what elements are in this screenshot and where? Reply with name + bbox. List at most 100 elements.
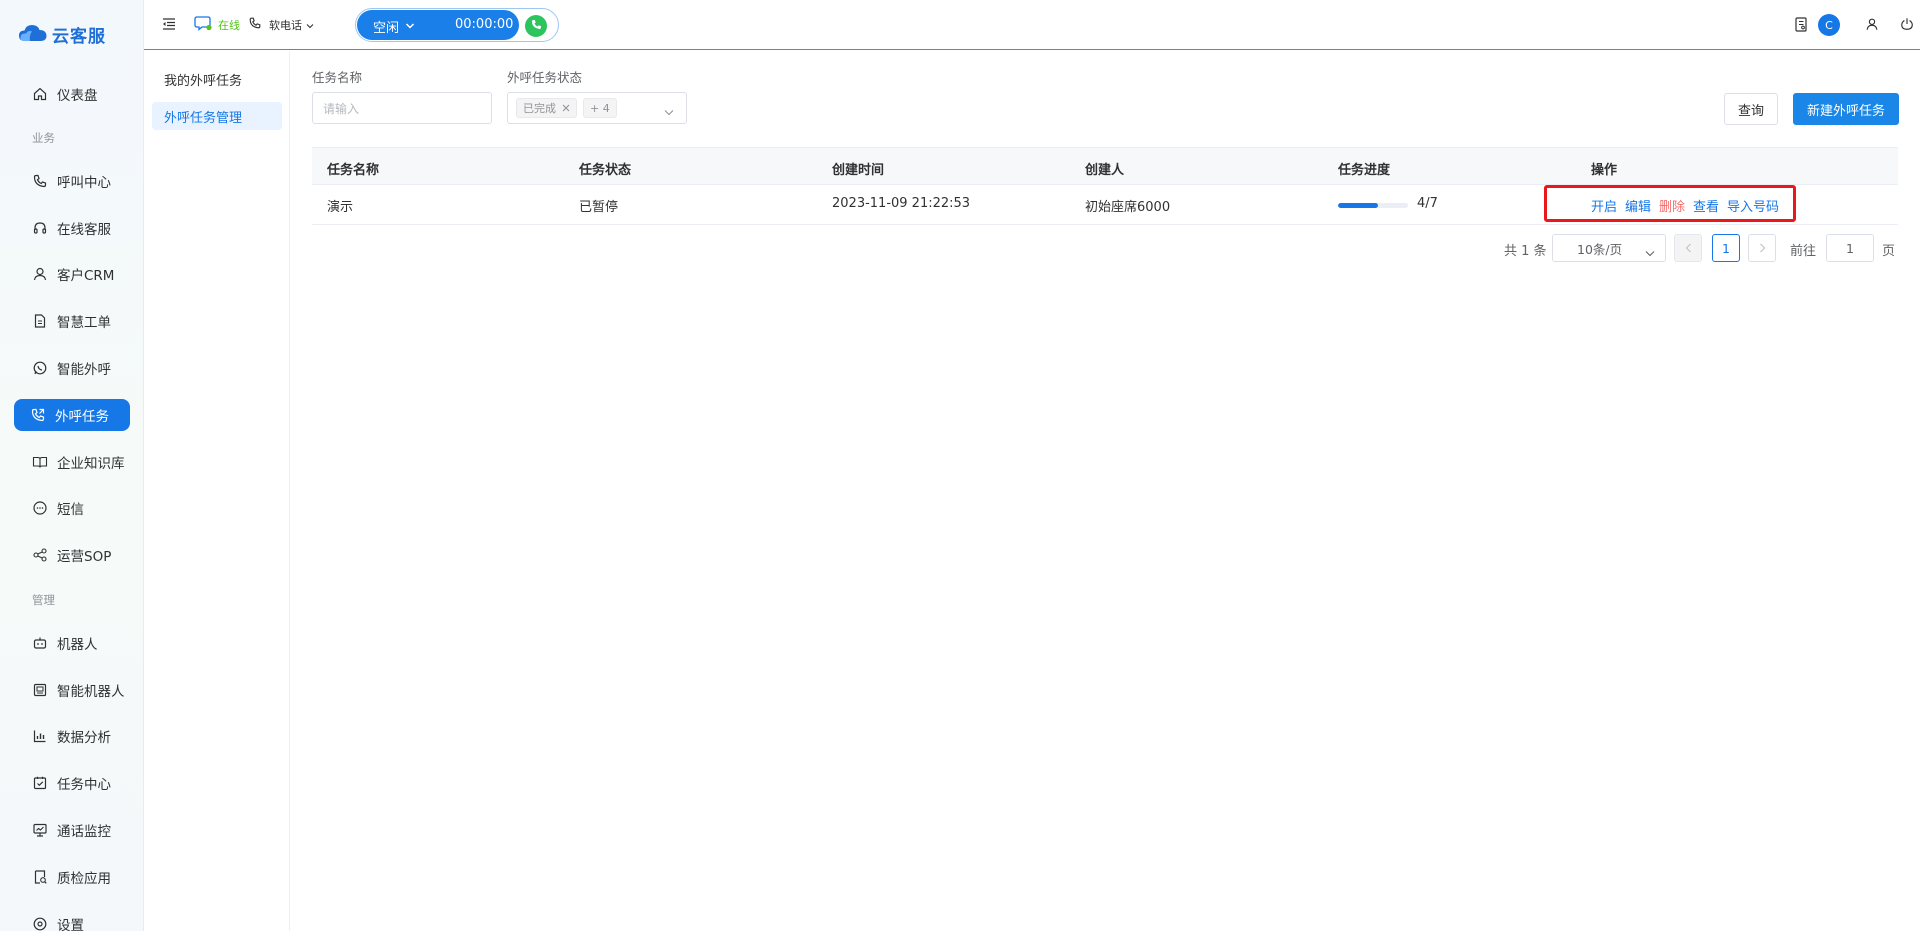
call-status-dropdown[interactable]: 空闲 00:00:00 — [357, 10, 519, 40]
logo-text: 云客服 — [52, 27, 106, 47]
nav-label: 呼叫中心 — [57, 175, 111, 191]
column-header-actions: 操作 — [1591, 163, 1618, 178]
chevron-down-icon — [1645, 245, 1655, 260]
chevron-down-icon — [306, 19, 314, 32]
nav-label: 智能机器人 — [57, 684, 125, 700]
avatar[interactable]: C — [1818, 14, 1840, 36]
sub-item-my-outbound-tasks[interactable]: 我的外呼任务 — [152, 65, 282, 93]
task-progress-fill — [1338, 203, 1378, 208]
nav-group-business: 业务 — [32, 131, 55, 145]
nav-label: 设置 — [57, 918, 84, 931]
nav-item-smart-robot[interactable]: 智能机器人 — [14, 674, 130, 706]
menu-fold-icon[interactable] — [162, 17, 176, 31]
column-header-created-at: 创建时间 — [832, 163, 885, 178]
nav-label: 智慧工单 — [57, 315, 111, 331]
nav-item-call-monitor[interactable]: 通话监控 — [14, 814, 130, 846]
page-number-current[interactable]: 1 — [1712, 234, 1740, 262]
softphone-label: 软电话 — [269, 19, 302, 32]
page-suffix: 页 — [1882, 244, 1896, 259]
task-check-icon — [32, 775, 48, 791]
page-size-select[interactable]: 10条/页 — [1552, 234, 1666, 262]
sub-item-outbound-task-management[interactable]: 外呼任务管理 — [152, 102, 282, 130]
user-icon[interactable] — [1865, 17, 1879, 31]
next-page-button[interactable] — [1748, 234, 1776, 262]
nav-label: 仪表盘 — [57, 88, 98, 104]
whatsapp-icon — [32, 360, 48, 376]
task-status-select[interactable]: 已完成 + 4 — [507, 92, 687, 124]
nav-item-smart-outbound[interactable]: 智能外呼 — [14, 352, 130, 384]
cell-creator: 初始座席6000 — [1085, 200, 1171, 215]
status-tag-label: 已完成 — [523, 102, 556, 115]
call-status-label: 空闲 — [373, 21, 400, 36]
close-icon[interactable] — [562, 102, 570, 115]
nav-label: 外呼任务 — [55, 409, 109, 425]
nav-item-dashboard[interactable]: 仪表盘 — [14, 78, 130, 110]
nav-item-robot[interactable]: 机器人 — [14, 627, 130, 659]
column-header-creator: 创建人 — [1085, 163, 1125, 178]
table-header: 任务名称 任务状态 创建时间 创建人 任务进度 操作 — [312, 147, 1898, 185]
nav-item-knowledge-base[interactable]: 企业知识库 — [14, 446, 130, 478]
quality-check-icon — [32, 869, 48, 885]
user-icon — [32, 266, 48, 282]
task-progress-bar — [1338, 203, 1408, 208]
nav-item-data-analysis[interactable]: 数据分析 — [14, 720, 130, 752]
document-icon — [32, 313, 48, 329]
notebook-icon[interactable] — [1794, 17, 1808, 32]
nav-item-settings[interactable]: 设置 — [14, 908, 130, 931]
nav-label: 智能外呼 — [57, 362, 111, 378]
nav-label: 数据分析 — [57, 730, 111, 746]
nav-item-online-service[interactable]: 在线客服 — [14, 212, 130, 244]
online-chat-icon — [194, 15, 212, 31]
nav-label: 通话监控 — [57, 824, 111, 840]
pagination-total: 共 1 条 — [1504, 244, 1547, 259]
robot-icon — [32, 635, 48, 651]
home-icon — [32, 86, 48, 102]
task-name-placeholder: 请输入 — [323, 101, 360, 116]
call-button[interactable] — [525, 15, 547, 37]
smart-robot-icon — [32, 682, 48, 698]
cell-created-at: 2023-11-09 21:22:53 — [832, 196, 971, 211]
cloud-logo-icon — [18, 23, 48, 47]
cell-task-status: 已暂停 — [579, 200, 619, 215]
nav-item-task-center[interactable]: 任务中心 — [14, 767, 130, 799]
nav-item-call-center[interactable]: 呼叫中心 — [14, 165, 130, 197]
task-name-input[interactable]: 请输入 — [312, 92, 492, 124]
goto-page-input[interactable]: 1 — [1826, 234, 1874, 262]
nav-label: 机器人 — [57, 637, 98, 653]
goto-label: 前往 — [1790, 244, 1817, 259]
nav-item-quality-check[interactable]: 质检应用 — [14, 861, 130, 893]
actions-highlight-box — [1544, 185, 1796, 222]
sidebar: 云客服 仪表盘 业务 呼叫中心 在线客服 客户CRM 智慧工单 智能外呼 外呼任… — [0, 0, 144, 931]
task-status-label: 外呼任务状态 — [507, 70, 583, 85]
status-tag: 已完成 — [516, 98, 577, 118]
bar-chart-icon — [32, 728, 48, 744]
call-status-widget: 空闲 00:00:00 — [355, 8, 559, 42]
create-outbound-task-button[interactable]: 新建外呼任务 — [1793, 93, 1899, 125]
column-header-progress: 任务进度 — [1338, 163, 1391, 178]
nav-label: 任务中心 — [57, 777, 111, 793]
nav-label: 在线客服 — [57, 222, 111, 238]
power-icon[interactable] — [1900, 17, 1914, 31]
page-size-label: 10条/页 — [1577, 241, 1623, 257]
logo[interactable]: 云客服 — [18, 22, 106, 47]
nav-item-sop[interactable]: 运营SOP — [14, 539, 130, 571]
nav-item-crm[interactable]: 客户CRM — [14, 258, 130, 290]
prev-page-button[interactable] — [1674, 234, 1702, 262]
headset-icon — [32, 220, 48, 236]
nav-item-work-order[interactable]: 智慧工单 — [14, 305, 130, 337]
softphone-dropdown[interactable]: 软电话 — [269, 17, 314, 33]
nav-item-outbound-task[interactable]: 外呼任务 — [14, 399, 130, 431]
sub-menu: 我的外呼任务 外呼任务管理 — [144, 51, 290, 931]
nav-item-sms[interactable]: 短信 — [14, 492, 130, 524]
nav-label: 短信 — [57, 502, 84, 518]
phone-icon — [530, 18, 543, 35]
nav-label: 运营SOP — [57, 549, 112, 565]
nav-label: 质检应用 — [57, 871, 111, 887]
gear-icon — [32, 916, 48, 931]
online-status[interactable]: 在线 — [218, 17, 240, 33]
cell-task-name: 演示 — [327, 200, 354, 215]
phone-icon — [248, 16, 262, 30]
chevron-right-icon — [1759, 241, 1766, 256]
query-button[interactable]: 查询 — [1724, 93, 1778, 125]
phone-forward-icon — [30, 407, 46, 423]
